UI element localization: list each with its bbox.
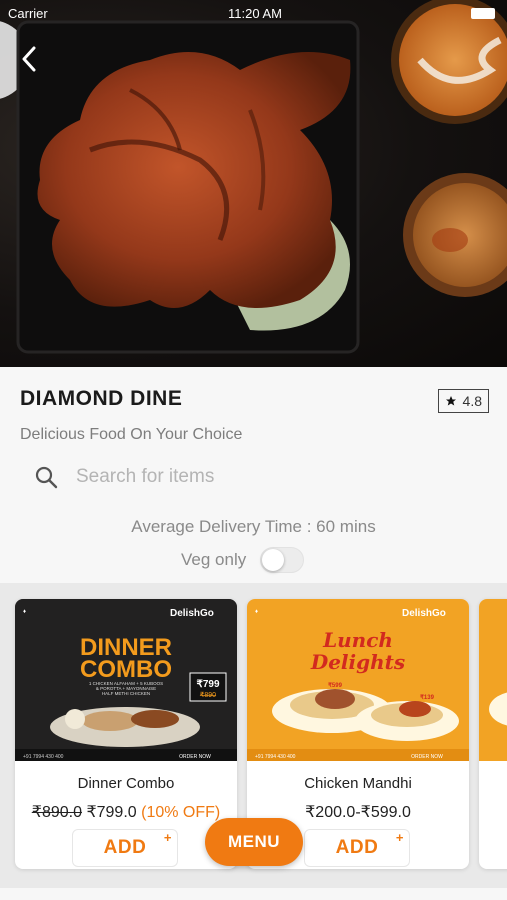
restaurant-tagline: Delicious Food On Your Choice — [20, 426, 243, 443]
svg-text:♦: ♦ — [23, 609, 26, 615]
status-time: 11:20 AM — [228, 6, 282, 21]
add-button[interactable]: ADD + — [72, 829, 178, 867]
item-discount: (10% OFF) — [141, 804, 221, 821]
item-sale-price: ₹799.0 — [86, 804, 137, 821]
banner-headline-1: Lunch — [322, 628, 393, 652]
search-bar[interactable] — [34, 460, 454, 494]
banner-price-new: ₹799 — [196, 679, 219, 690]
carrier-label: Carrier — [8, 6, 48, 21]
item-original-price: ₹890.0 — [31, 804, 82, 821]
add-button[interactable]: ADD + — [304, 829, 410, 867]
delivery-time: Average Delivery Time : 60 mins — [131, 517, 376, 536]
banner-price-b: ₹139 — [420, 694, 434, 701]
hero-image: Carrier 11:20 AM — [0, 0, 507, 367]
banner-phone: +91 7994 430 400 — [23, 754, 64, 760]
menu-item-card-partial[interactable] — [479, 599, 507, 869]
veg-only-toggle[interactable] — [260, 547, 305, 573]
lunch-delights-banner: ♦ DelishGo Lunch Delights ₹599 ₹139 +91 … — [247, 599, 469, 761]
veg-only-label: Veg only — [181, 550, 247, 569]
back-button[interactable] — [14, 44, 44, 74]
svg-text:♦: ♦ — [255, 609, 258, 615]
item-name: Dinner Combo — [77, 775, 175, 792]
banner-order-now: ORDER NOW — [179, 754, 211, 760]
rating-value: 4.8 — [462, 393, 482, 409]
banner-price-old: ₹890 — [200, 691, 216, 699]
toggle-knob — [262, 549, 285, 571]
item-name: Chicken Mandhi — [304, 775, 412, 792]
banner-brand: DelishGo — [170, 608, 214, 619]
banner-brand: DelishGo — [402, 608, 446, 619]
bottom-strip — [0, 888, 507, 900]
hero-food-photo — [0, 0, 507, 354]
add-label: ADD — [335, 837, 379, 858]
rating-badge: 4.8 — [437, 389, 489, 413]
dinner-combo-banner: ♦ DelishGo DINNER COMBO 1 CHICKEN ALFAHA… — [15, 599, 237, 761]
banner-price-a: ₹599 — [328, 682, 342, 689]
restaurant-name: DIAMOND DINE — [20, 387, 183, 410]
banner-order-now: ORDER NOW — [411, 754, 443, 760]
add-label: ADD — [103, 837, 147, 858]
plus-icon: + — [163, 830, 172, 845]
star-icon — [445, 396, 456, 406]
restaurant-info: DIAMOND DINE 4.8 Delicious Food On Your … — [0, 367, 507, 583]
menu-item-card[interactable]: ♦ DelishGo DINNER COMBO 1 CHICKEN ALFAHA… — [15, 599, 237, 869]
banner-phone: +91 7994 430 400 — [255, 754, 296, 760]
partial-banner — [479, 599, 507, 761]
banner-headline-2: Delights — [310, 650, 405, 674]
banner-desc-3: HALF METHI CHICKEN — [102, 691, 150, 696]
search-input[interactable] — [76, 466, 416, 488]
plus-icon: + — [395, 830, 404, 845]
veg-only-filter: Veg only — [181, 547, 305, 573]
battery-icon — [471, 8, 495, 19]
banner-headline-2: COMBO — [80, 656, 172, 683]
search-icon — [35, 466, 58, 489]
menu-button[interactable]: MENU — [205, 818, 303, 866]
status-bar: Carrier 11:20 AM — [8, 4, 499, 24]
chevron-left-icon — [22, 46, 36, 72]
item-price: ₹890.0 ₹799.0 (10% OFF) — [15, 802, 237, 822]
